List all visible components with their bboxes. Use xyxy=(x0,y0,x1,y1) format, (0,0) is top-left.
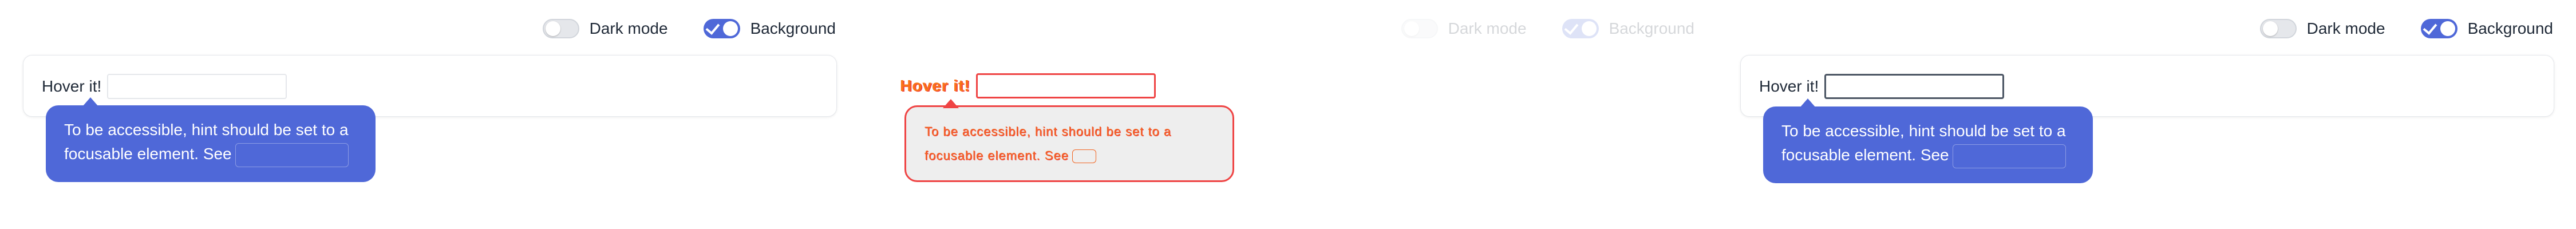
demo-panel-2: Dark mode Background Hover it! To be acc… xyxy=(859,0,1717,229)
hover-row: Hover it! xyxy=(42,74,287,99)
toggle-knob xyxy=(2440,21,2455,36)
background-control[interactable]: Background xyxy=(1562,19,1694,38)
demo-controls: Dark mode Background xyxy=(1401,16,1694,41)
check-icon xyxy=(705,20,720,35)
hover-label: Hover it! xyxy=(42,77,102,95)
dark-mode-label: Dark mode xyxy=(2306,19,2385,37)
toggle-knob xyxy=(2262,21,2278,36)
hint-tooltip: To be accessible, hint should be set to … xyxy=(1763,98,2093,183)
dark-mode-control[interactable]: Dark mode xyxy=(2259,19,2385,38)
tooltip-text: To be accessible, hint should be set to … xyxy=(924,124,1172,163)
tooltip-link[interactable] xyxy=(235,143,349,167)
background-label: Background xyxy=(2467,19,2553,37)
dark-mode-label: Dark mode xyxy=(589,19,668,37)
check-icon xyxy=(2423,20,2437,35)
demo-controls: Dark mode Background xyxy=(542,16,836,41)
dark-mode-control[interactable]: Dark mode xyxy=(542,19,668,38)
check-icon xyxy=(1564,20,1578,35)
demo-panel-3: Dark mode Background Hover it! To be acc… xyxy=(1717,0,2576,229)
background-label: Background xyxy=(750,19,836,37)
dark-mode-label: Dark mode xyxy=(1448,19,1527,37)
dark-mode-toggle[interactable] xyxy=(1401,19,1438,38)
hover-label: Hover it! xyxy=(1759,77,1819,95)
background-control[interactable]: Background xyxy=(703,19,836,38)
dark-mode-control[interactable]: Dark mode xyxy=(1401,19,1527,38)
hint-tooltip: To be accessible, hint should be set to … xyxy=(904,99,1234,182)
background-toggle[interactable] xyxy=(703,19,740,38)
hover-input[interactable] xyxy=(107,74,287,99)
toggle-knob xyxy=(545,21,560,36)
background-toggle[interactable] xyxy=(1562,19,1599,38)
hover-input[interactable] xyxy=(975,73,1156,98)
dark-mode-toggle[interactable] xyxy=(542,19,579,38)
hover-row: Hover it! xyxy=(1759,74,2005,99)
tooltip-link[interactable] xyxy=(1952,144,2066,168)
toggle-knob xyxy=(1404,21,1419,36)
background-toggle[interactable] xyxy=(2420,19,2458,38)
demo-panel-1: Dark mode Background Hover it! To be acc… xyxy=(0,0,859,229)
background-control[interactable]: Background xyxy=(2420,19,2553,38)
hover-row: Hover it! xyxy=(900,73,1156,98)
toggle-knob xyxy=(722,21,738,36)
toggle-knob xyxy=(1581,21,1597,36)
dark-mode-toggle[interactable] xyxy=(2259,19,2297,38)
background-label: Background xyxy=(1609,19,1694,37)
hint-tooltip: To be accessible, hint should be set to … xyxy=(46,97,376,182)
hover-input[interactable] xyxy=(1824,74,2005,99)
demo-controls: Dark mode Background xyxy=(2259,16,2553,41)
hover-label: Hover it! xyxy=(900,77,970,94)
tooltip-link[interactable] xyxy=(1072,149,1096,164)
